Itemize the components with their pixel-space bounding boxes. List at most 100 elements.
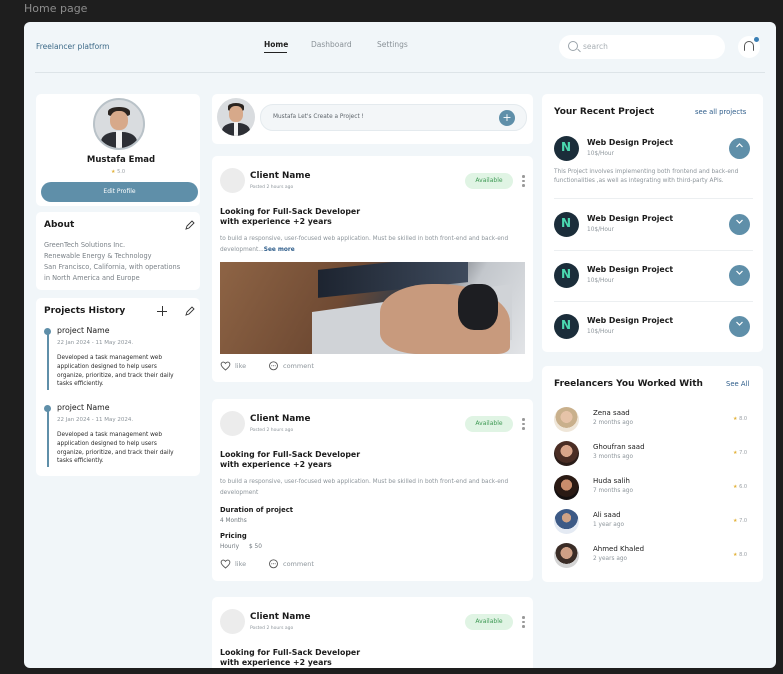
star-icon: ★ [733,450,738,456]
timeline-dot [44,328,51,335]
client-name[interactable]: Client Name [250,171,310,181]
duration-label: Duration of project [220,506,293,514]
frame-title: Home page [24,2,88,15]
chevron-down-icon [736,321,743,326]
freelancer-avatar[interactable] [554,441,579,466]
job-description: to build a responsive, user-focused web … [220,479,509,496]
pricing-label: Pricing [220,532,247,540]
freelancer-time: 3 months ago [593,454,633,460]
chevron-up-icon [736,143,743,148]
timeline-line [47,411,49,467]
post-image [220,262,525,354]
job-title: Looking for Full-Sack Developer with expe… [220,450,361,469]
expand-project-button[interactable] [729,265,750,286]
freelancer-time: 1 year ago [593,522,625,528]
search-icon [568,41,578,51]
freelancer-time: 2 years ago [593,556,628,562]
expand-project-button[interactable] [729,316,750,337]
search-input[interactable]: search [559,35,725,59]
freelancer-avatar[interactable] [554,509,579,534]
edit-projects-icon[interactable] [185,306,195,316]
comment-icon [269,361,278,371]
nav-home[interactable]: Home [264,40,288,49]
composer-avatar [217,98,255,136]
freelancer-name[interactable]: Ali saad [593,511,621,519]
freelancer-name[interactable]: Ghoufran saad [593,443,645,451]
bell-icon [744,41,754,51]
nav-dashboard[interactable]: Dashboard [311,40,352,49]
expand-project-button[interactable] [729,214,750,235]
recent-project-name[interactable]: Web Design Project [587,265,673,274]
pricing-value: $ 50 [249,544,262,550]
freelancer-time: 7 months ago [593,488,633,494]
client-avatar[interactable] [220,609,245,634]
recent-project-name[interactable]: Web Design Project [587,214,673,223]
job-title: Looking for Full-Sack Developer with expe… [220,648,361,667]
project-logo: N [554,136,579,161]
profile-avatar[interactable] [93,98,145,150]
search-placeholder: search [583,42,608,51]
duration-value: 4 Months [220,518,247,524]
status-badge: Available [465,614,513,630]
home-page: Freelancer platform Home Dashboard Setti… [24,22,776,668]
freelancers-title: Freelancers You Worked With [554,379,703,389]
client-avatar[interactable] [220,168,245,193]
comment-button[interactable]: comment [268,559,314,569]
top-bar: Freelancer platform Home Dashboard Setti… [24,22,776,73]
star-icon: ★ [733,416,738,422]
more-options-icon[interactable] [522,175,525,189]
nav-settings[interactable]: Settings [377,40,408,49]
chevron-down-icon [736,219,743,224]
add-project-icon[interactable] [157,306,167,316]
create-project-input[interactable]: Mustafa Let's Create a Project ! + [260,104,527,131]
profile-name: Mustafa Emad [86,155,156,165]
recent-project-description: This Project involves implementing both … [554,169,739,184]
client-avatar[interactable] [220,411,245,436]
post-time: Posted 2 hours ago [250,626,294,631]
pricing-type: Hourly [220,544,240,550]
freelancer-avatar[interactable] [554,407,579,432]
see-more-link[interactable]: See more [264,247,295,253]
star-icon: ★ [733,518,738,524]
freelancer-name[interactable]: Huda salih [593,477,630,485]
recent-project-rate: 10$/Hour [587,227,614,233]
edit-about-icon[interactable] [185,220,195,230]
history-project-name: project Name [57,326,110,335]
edit-profile-button[interactable]: Edit Profile [41,182,198,202]
comment-icon [269,559,278,569]
freelancer-avatar[interactable] [554,475,579,500]
star-icon: ★ [733,484,738,490]
recent-project-rate: 10$/Hour [587,278,614,284]
client-name[interactable]: Client Name [250,414,310,424]
freelancer-rating: ★ 7.0 [733,450,748,456]
like-button[interactable]: like [220,361,246,371]
composer-text: Mustafa Let's Create a Project ! [273,114,364,120]
comment-button[interactable]: comment [268,361,314,371]
recent-project-name[interactable]: Web Design Project [587,316,673,325]
project-logo: N [554,263,579,288]
freelancer-name[interactable]: Zena saad [593,409,630,417]
brand-logo-text[interactable]: Freelancer platform [36,42,109,51]
see-all-freelancers-link[interactable]: See All [726,380,749,388]
notification-button[interactable] [738,36,760,58]
recent-project-name[interactable]: Web Design Project [587,138,673,147]
collapse-project-button[interactable] [729,138,750,159]
like-button[interactable]: like [220,559,246,569]
see-all-projects-link[interactable]: see all projects [695,108,746,116]
row-divider [554,301,753,302]
star-icon: ★ [733,552,738,558]
freelancer-avatar[interactable] [554,543,579,568]
post-time: Posted 2 hours ago [250,185,294,190]
more-options-icon[interactable] [522,418,525,432]
freelancer-name[interactable]: Ahmed Khaled [593,545,644,553]
history-project-desc: Developed a task management web applicat… [57,432,174,465]
heart-icon [220,559,231,569]
about-text: GreenTech Solutions Inc. Renewable Energ… [44,241,181,282]
more-options-icon[interactable] [522,616,525,630]
status-badge: Available [465,416,513,432]
create-project-button[interactable]: + [499,110,515,126]
projects-history-title: Projects History [44,306,126,316]
recent-project-rate: 10$/Hour [587,329,614,335]
client-name[interactable]: Client Name [250,612,310,622]
job-title: Looking for Full-Sack Developer with expe… [220,207,361,226]
